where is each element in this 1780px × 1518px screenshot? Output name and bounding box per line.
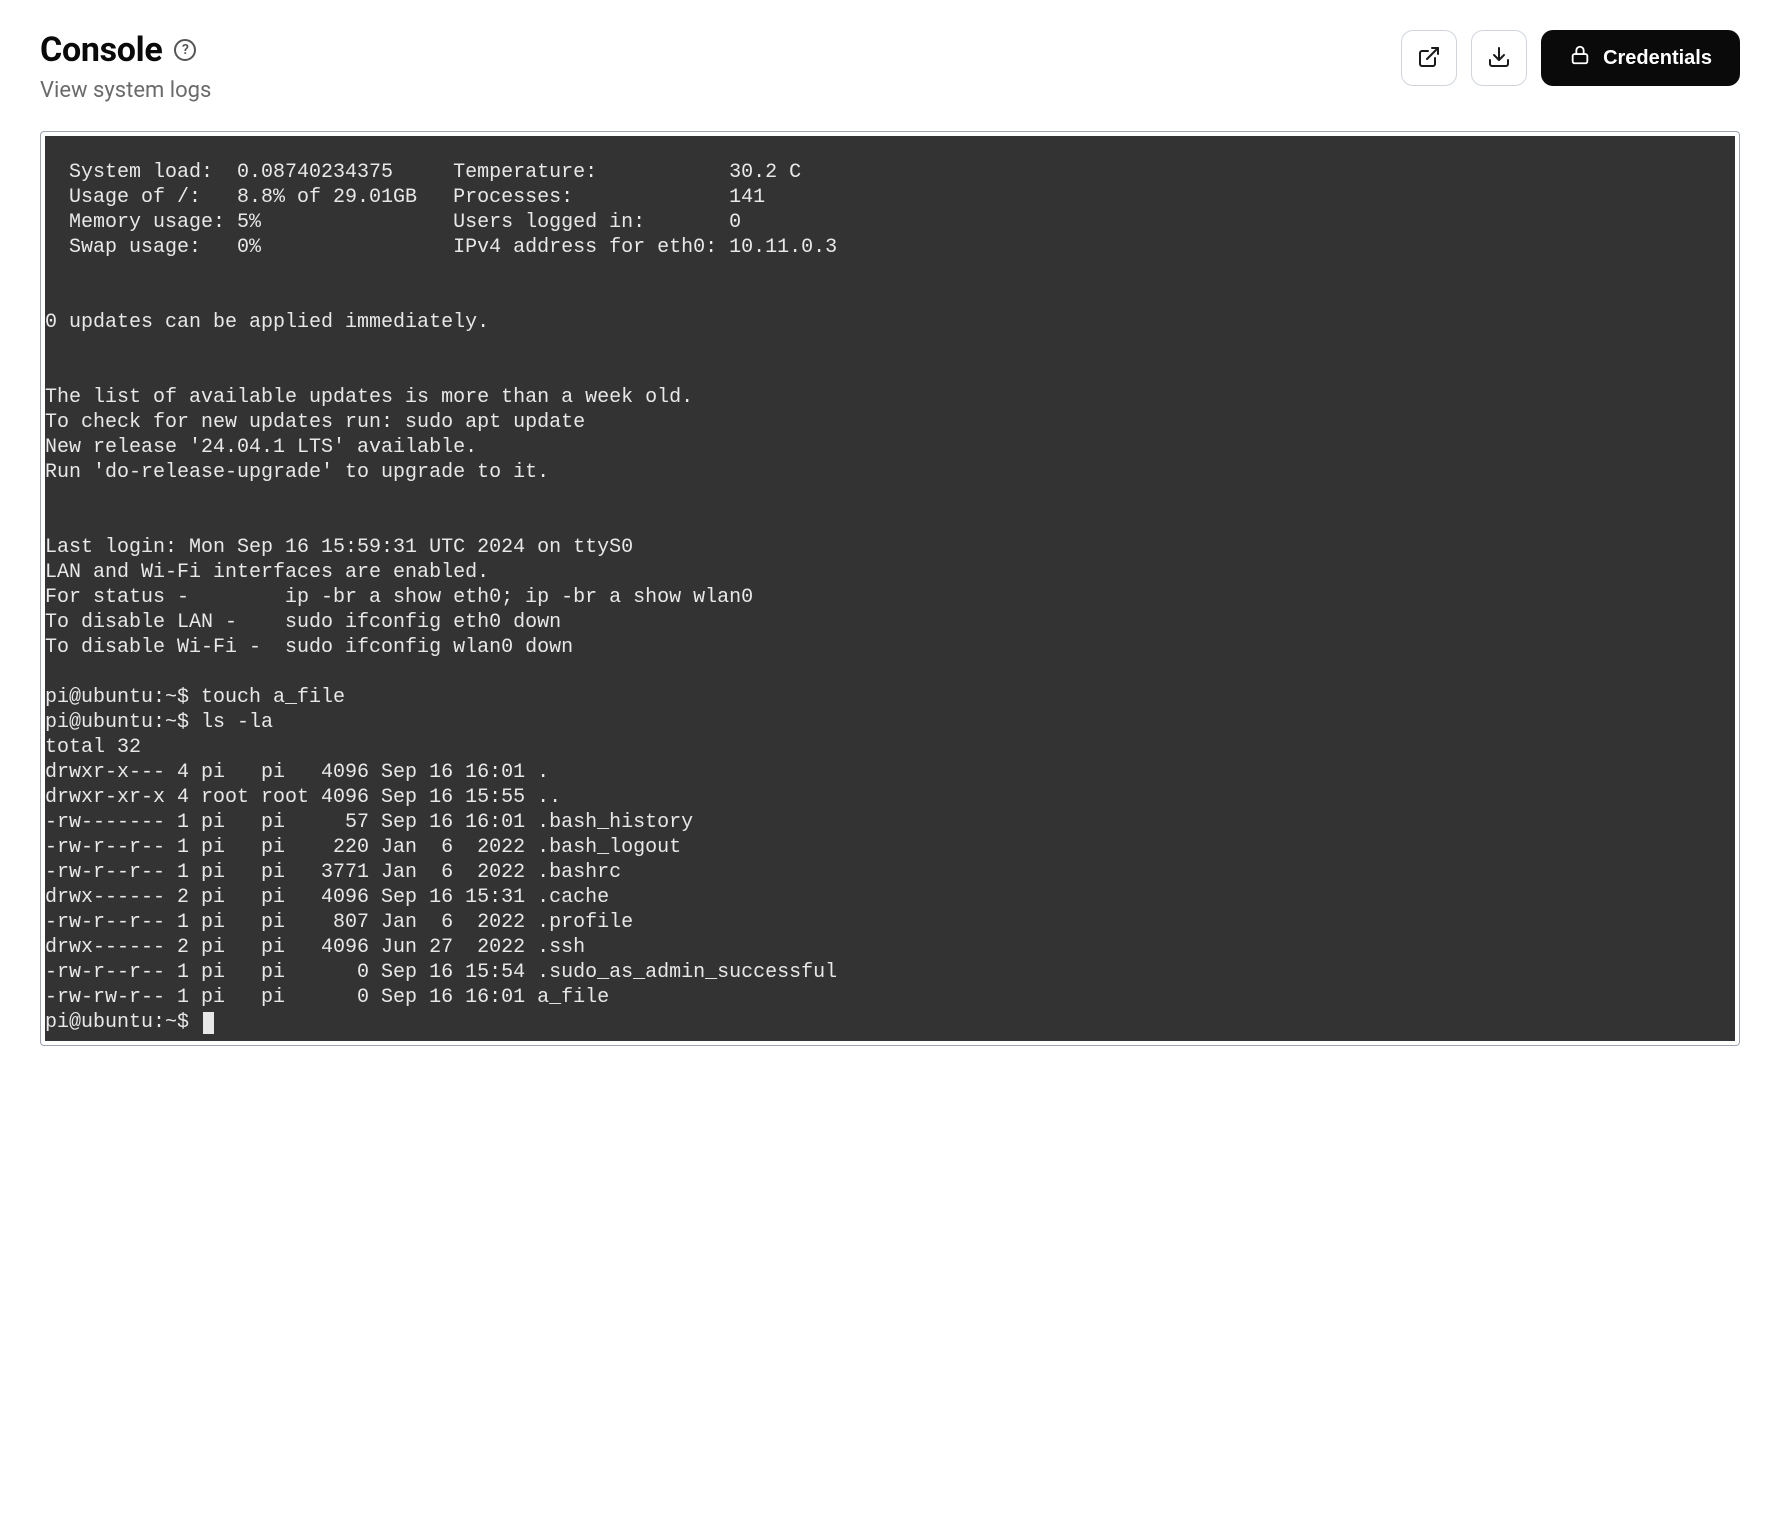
header-actions: Credentials [1401, 30, 1740, 86]
external-link-icon [1417, 45, 1441, 72]
page-subtitle: View system logs [40, 78, 211, 103]
help-icon[interactable]: ? [174, 39, 196, 61]
lock-icon [1569, 44, 1591, 72]
credentials-button[interactable]: Credentials [1541, 30, 1740, 86]
terminal[interactable]: System load: 0.08740234375 Temperature: … [45, 136, 1735, 1041]
download-button[interactable] [1471, 30, 1527, 86]
credentials-label: Credentials [1603, 47, 1712, 70]
terminal-cursor [203, 1012, 214, 1034]
title-block: Console ? View system logs [40, 30, 211, 103]
title-row: Console ? [40, 30, 211, 70]
open-external-button[interactable] [1401, 30, 1457, 86]
download-icon [1487, 45, 1511, 72]
terminal-prompt: pi@ubuntu:~$ [45, 1011, 201, 1034]
terminal-frame: System load: 0.08740234375 Temperature: … [40, 131, 1740, 1046]
page-title: Console [40, 30, 162, 70]
page-header: Console ? View system logs [40, 30, 1740, 103]
